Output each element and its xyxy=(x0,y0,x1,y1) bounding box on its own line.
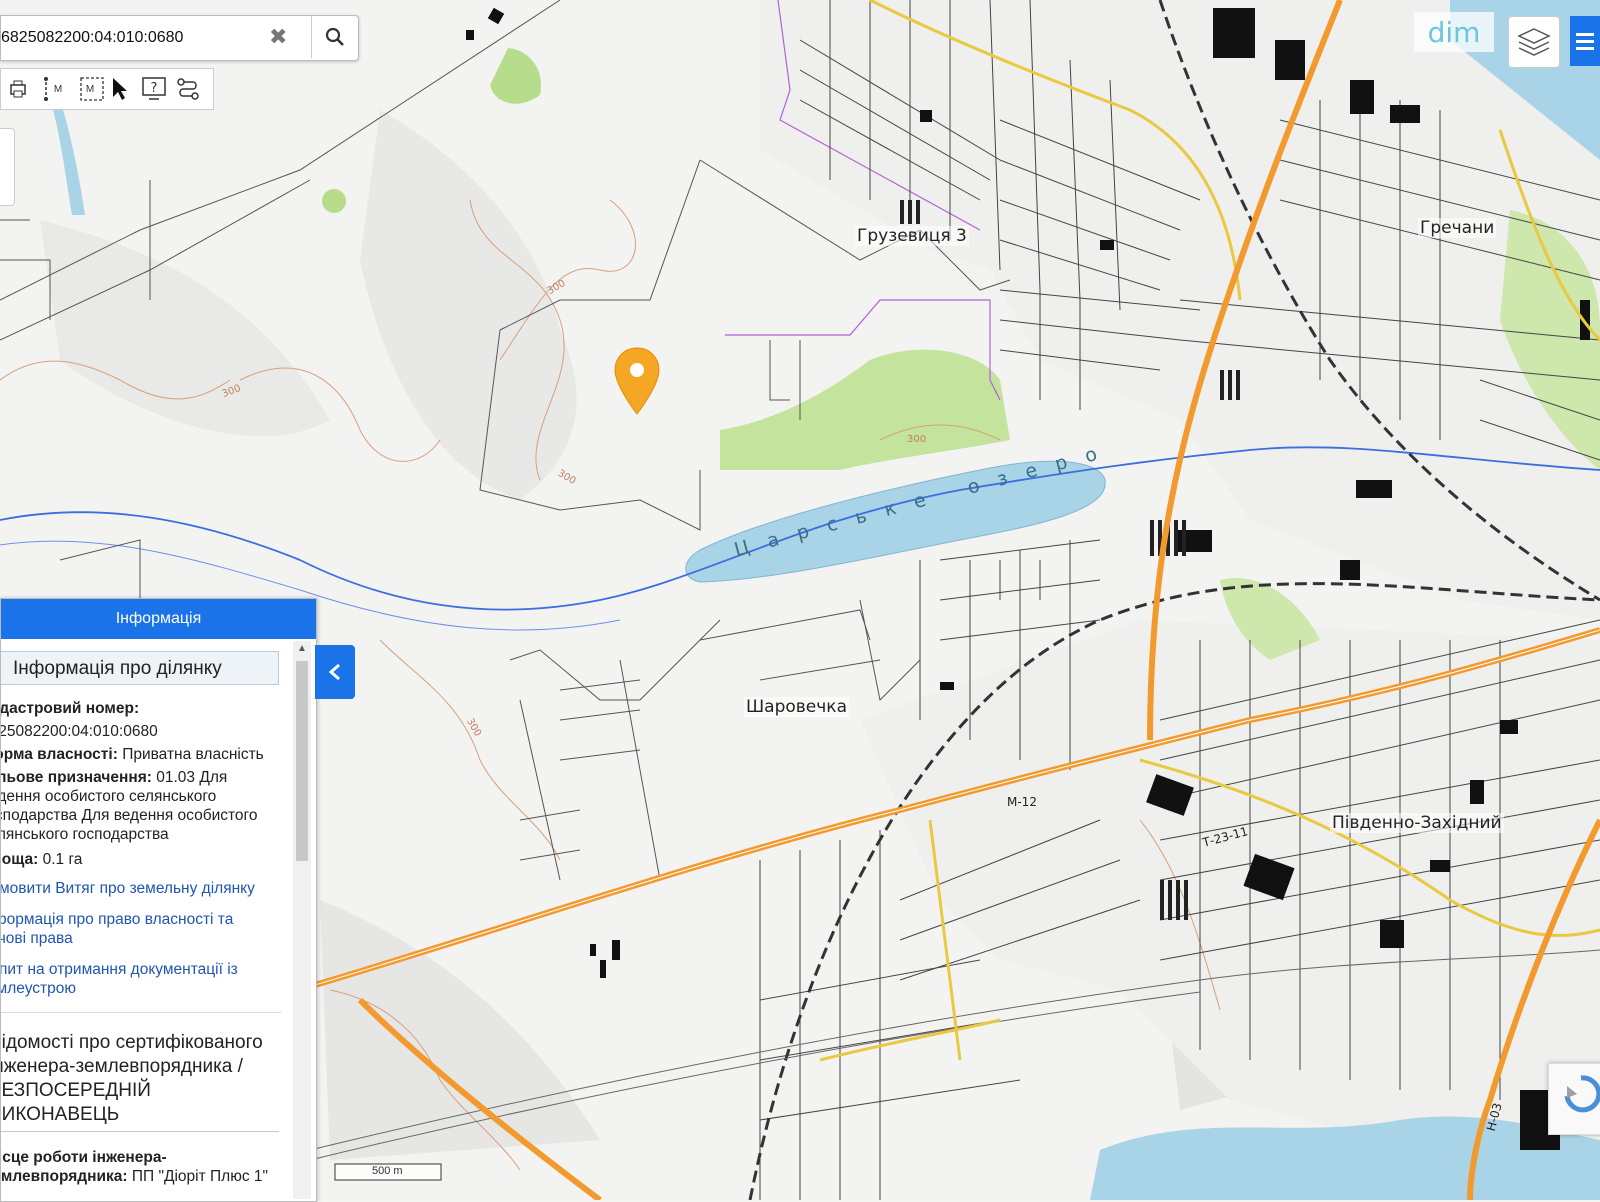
ownership-info-link[interactable]: Інформація про право власності та речові… xyxy=(1,910,271,948)
measure-line-icon[interactable]: M xyxy=(35,72,69,106)
performer-value: ПП "Діоріт Плюс 1" xyxy=(131,1168,269,1185)
info-panel-header: Інформація xyxy=(1,599,316,639)
chevron-left-icon xyxy=(328,663,340,681)
measure-area-glyph: M xyxy=(85,83,95,95)
area-row: Площа: 0.1 га xyxy=(1,850,291,869)
contour-label: 300 xyxy=(907,434,927,445)
area-label: Площа: xyxy=(1,851,39,868)
section-title-parcel-info: Інформація про ділянку xyxy=(1,651,279,685)
cadastral-value: 6825082200:04:010:0680 xyxy=(0,723,158,740)
scrollbar-thumb[interactable] xyxy=(296,661,308,861)
cadastral-search-input[interactable] xyxy=(1,16,268,60)
map-label-pivdenno-zakhidnyi: Південно-Західний xyxy=(1330,813,1504,833)
help-icon[interactable]: ? xyxy=(137,72,171,106)
area-value: 0.1 га xyxy=(42,851,83,868)
ownership-value: Приватна власність xyxy=(122,746,264,763)
menu-button[interactable] xyxy=(1570,16,1600,66)
svg-text:?: ? xyxy=(151,81,158,96)
recaptcha-badge[interactable] xyxy=(1548,1063,1600,1135)
map-label-hrechany: Гречани xyxy=(1418,218,1497,238)
measure-area-icon[interactable]: M xyxy=(69,72,104,106)
info-panel: Інформація ▲ Інформація про ділянку Када… xyxy=(0,598,317,1202)
route-icon[interactable] xyxy=(171,72,205,106)
layers-button[interactable] xyxy=(1508,16,1560,68)
clear-search-icon[interactable]: ✖ xyxy=(269,24,287,50)
scale-bar: 500 m xyxy=(334,1162,442,1182)
search-button[interactable] xyxy=(311,16,358,58)
dim-logo: dim xyxy=(1414,12,1494,52)
purpose-row: Цільове призначення: 01.03 Для ведення о… xyxy=(1,768,271,844)
collapse-panel-button[interactable] xyxy=(315,645,355,699)
cadastral-label: Кадастровий номер: xyxy=(0,700,140,717)
pointer-icon[interactable] xyxy=(103,72,137,106)
ownership-label: Форма власності: xyxy=(1,746,118,763)
scale-label: 500 m xyxy=(372,1165,403,1177)
order-extract-link[interactable]: Замовити Витяг про земельну ділянку xyxy=(1,879,261,898)
measure-line-glyph: M xyxy=(53,83,63,95)
info-panel-content: Інформація про ділянку Кадастровий номер… xyxy=(1,641,291,1186)
divider xyxy=(1,1012,281,1013)
search-box: ✖ xyxy=(0,15,359,61)
performer-row: Місце роботи інженера-землевпорядника: П… xyxy=(1,1148,285,1186)
search-icon xyxy=(325,27,344,46)
map-label-gruzevytsia: Грузевиця 3 xyxy=(855,226,969,246)
menu-icon xyxy=(1576,33,1594,50)
layers-icon xyxy=(1517,28,1551,56)
certified-engineer-title: Відомості про сертифікованого інженера-з… xyxy=(1,1031,279,1132)
info-panel-scrollbar[interactable]: ▲ xyxy=(293,641,311,1199)
map-toolbar: M M ? xyxy=(0,68,214,110)
ownership-row: Форма власності: Приватна власність xyxy=(1,745,291,764)
map-label-road-m12: М-12 xyxy=(1007,795,1037,809)
zoom-control[interactable] xyxy=(0,128,15,206)
purpose-label: Цільове призначення: xyxy=(1,769,152,786)
map-label-sharovechka: Шаровечка xyxy=(744,697,849,717)
documentation-request-link[interactable]: Запит на отримання документації із земле… xyxy=(1,960,276,998)
scroll-up-icon[interactable]: ▲ xyxy=(293,643,311,659)
print-icon[interactable] xyxy=(1,72,35,106)
